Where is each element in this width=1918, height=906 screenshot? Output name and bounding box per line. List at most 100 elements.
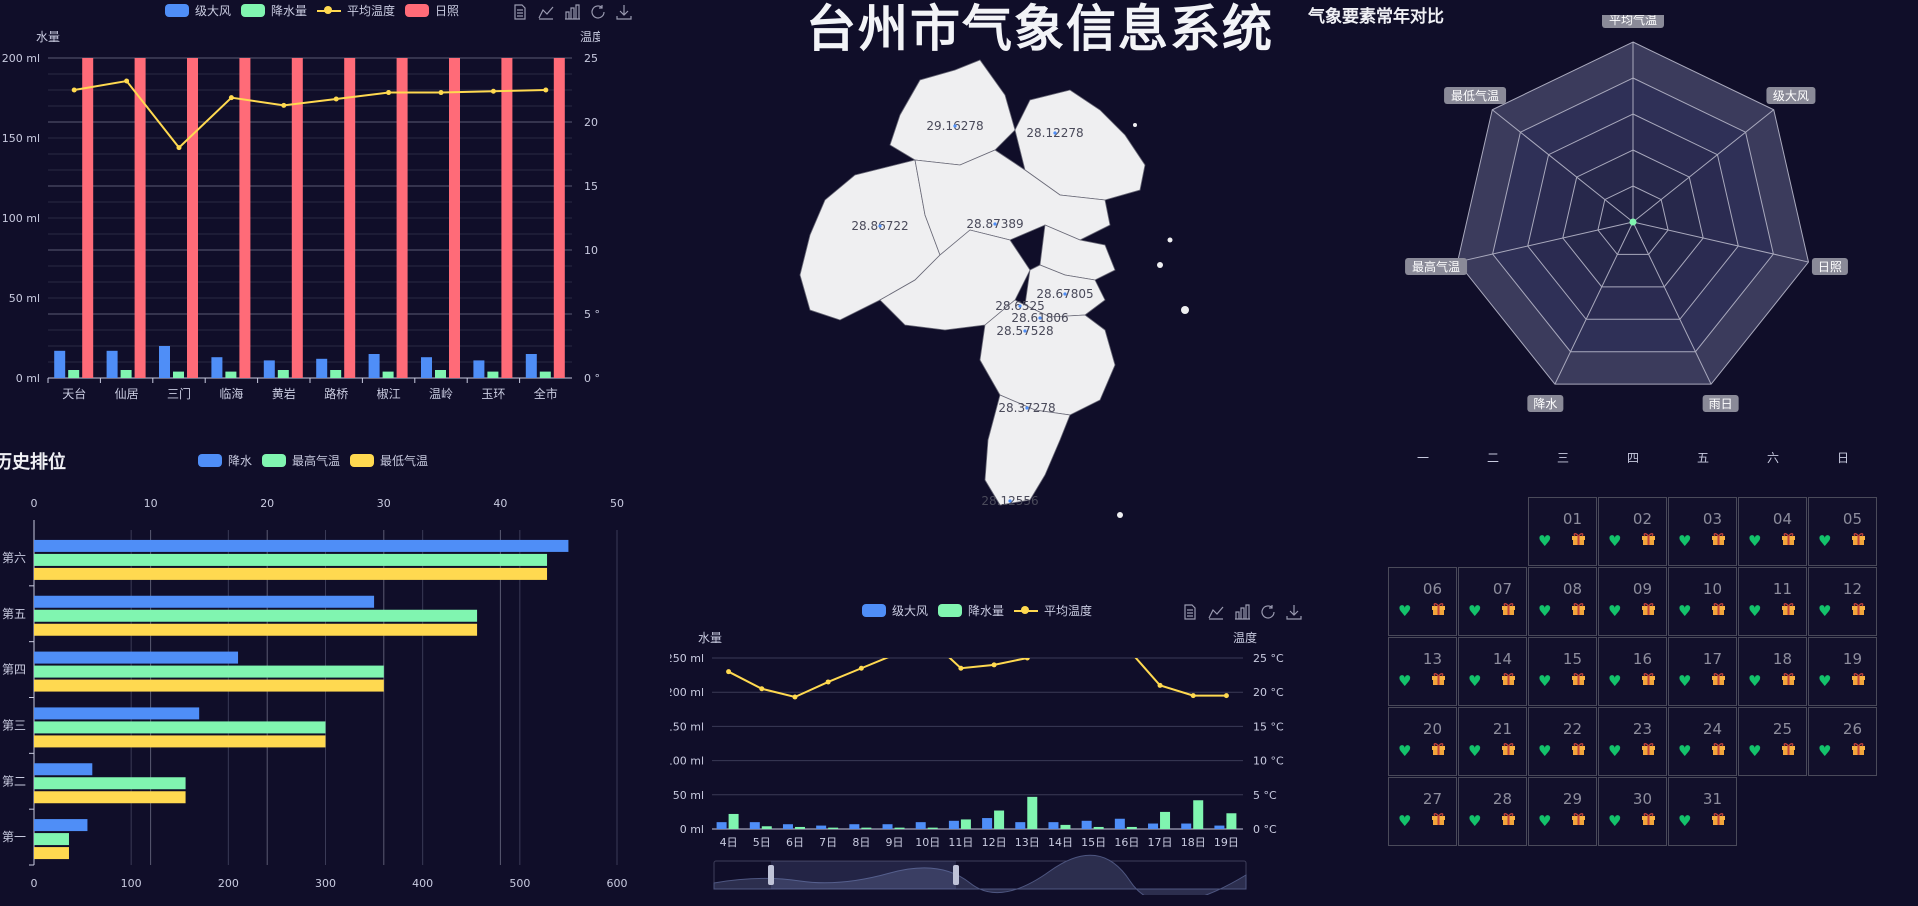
heart-icon: ♥: [1538, 602, 1552, 620]
legend-item-temp[interactable]: 平均温度: [317, 2, 395, 19]
calendar-day-cell[interactable]: 03 ♥: [1668, 497, 1737, 566]
daily-bar-0: [816, 825, 827, 829]
calendar-day-number: 03: [1702, 510, 1722, 528]
calendar-day-cell[interactable]: 11 ♥: [1738, 567, 1807, 636]
gift-icon: [1711, 531, 1726, 550]
data-zoom-slider[interactable]: [713, 854, 1247, 895]
legend-item-wind[interactable]: 级大风: [165, 2, 231, 19]
calendar-day-number: 12: [1842, 580, 1862, 598]
rank-bar-1: [34, 609, 478, 622]
calendar-day-cell[interactable]: 09 ♥: [1598, 567, 1667, 636]
bar-3: [553, 58, 565, 378]
taizhou-map[interactable]: 29.16278 28.1227828.86722 28.8738928.67805…: [740, 55, 1220, 545]
legend-item-wind-daily[interactable]: 级大风: [862, 602, 928, 619]
calendar-day-cell[interactable]: 10 ♥: [1668, 567, 1737, 636]
line-switch-icon[interactable]: [538, 4, 554, 20]
calendar-day-cell[interactable]: 07 ♥: [1458, 567, 1527, 636]
x-bottom-tick-label: 300: [315, 877, 336, 890]
save-image-icon[interactable]: [1286, 604, 1302, 620]
legend-item-temp-daily[interactable]: 平均温度: [1014, 602, 1092, 619]
y-left-tick-label: 150 ml: [2, 132, 40, 145]
calendar-day-cell[interactable]: 06 ♥: [1388, 567, 1457, 636]
map-point: [1008, 499, 1012, 503]
calendar-day-cell[interactable]: 27 ♥: [1388, 777, 1457, 846]
zoom-window: [771, 861, 956, 889]
calendar-day-cell[interactable]: 15 ♥: [1528, 637, 1597, 706]
save-image-icon[interactable]: [616, 4, 632, 20]
calendar-day-cell[interactable]: 29 ♥: [1528, 777, 1597, 846]
calendar-day-cell[interactable]: 26 ♥: [1808, 707, 1877, 776]
heart-icon: ♥: [1468, 812, 1482, 830]
bar-switch-icon[interactable]: [1234, 604, 1250, 620]
temp-point: [1223, 693, 1229, 699]
y-tick-label: 第五: [2, 607, 26, 621]
legend-item-rain-rank[interactable]: 降水: [198, 452, 252, 469]
daily-bar-0: [915, 822, 926, 829]
data-view-icon[interactable]: [1182, 604, 1198, 620]
daily-bar-0: [1015, 822, 1026, 829]
calendar-day-cell[interactable]: 31 ♥: [1668, 777, 1737, 846]
calendar-day-cell[interactable]: 16 ♥: [1598, 637, 1667, 706]
calendar-day-cell[interactable]: 13 ♥: [1388, 637, 1457, 706]
x-tick-label: 温岭: [429, 387, 453, 401]
calendar-day-cell[interactable]: 17 ♥: [1668, 637, 1737, 706]
x-tick-label: 16日: [1114, 836, 1139, 849]
calendar-day-cell[interactable]: 25 ♥: [1738, 707, 1807, 776]
calendar-day-cell[interactable]: 24 ♥: [1668, 707, 1737, 776]
legend-item-rain-daily[interactable]: 降水量: [938, 602, 1004, 619]
calendar-day-cell[interactable]: 18 ♥: [1738, 637, 1807, 706]
calendar-day-cell[interactable]: 05 ♥: [1808, 497, 1877, 566]
gift-icon: [1851, 531, 1866, 550]
legend-item-min-temp[interactable]: 最低气温: [350, 452, 428, 469]
calendar-day-number: 29: [1562, 790, 1582, 808]
y-right-tick-label: 5 °C: [584, 308, 600, 321]
map-region-tiantai[interactable]: [889, 59, 1016, 166]
line-switch-icon[interactable]: [1208, 604, 1224, 620]
temp-line-group: [726, 638, 1229, 700]
calendar-day-cell[interactable]: 04 ♥: [1738, 497, 1807, 566]
restore-icon[interactable]: [590, 4, 606, 20]
y-right-tick-label: 10 °C: [1253, 755, 1284, 768]
heart-icon: ♥: [1678, 672, 1692, 690]
calendar-day-cell[interactable]: 23 ♥: [1598, 707, 1667, 776]
data-view-icon[interactable]: [512, 4, 528, 20]
bar-switch-icon[interactable]: [564, 4, 580, 20]
calendar-day-number: 04: [1772, 510, 1792, 528]
daily-bar-0: [782, 824, 793, 829]
radar-point: [1629, 218, 1637, 226]
x-tick-label: 三门: [167, 386, 191, 401]
temp-point: [1058, 638, 1063, 643]
calendar-day-number: 30: [1632, 790, 1652, 808]
radar-indicator-label: 级大风: [1773, 89, 1809, 103]
legend-item-max-temp[interactable]: 最高气温: [262, 452, 340, 469]
bar-0: [473, 360, 485, 378]
calendar-day-cell[interactable]: 02 ♥: [1598, 497, 1667, 566]
map-point: [1038, 316, 1042, 320]
calendar-day-cell[interactable]: 14 ♥: [1458, 637, 1527, 706]
y-tick-label: 第四: [2, 663, 26, 677]
calendar-day-cell[interactable]: 28 ♥: [1458, 777, 1527, 846]
restore-icon[interactable]: [1260, 604, 1276, 620]
bar-1: [173, 371, 184, 378]
legend-item-rain[interactable]: 降水量: [241, 2, 307, 19]
temp-point: [892, 652, 897, 657]
x-tick-label: 临海: [219, 386, 243, 401]
rank-bar-0: [34, 763, 93, 776]
bar-3: [501, 58, 513, 378]
gift-icon: [1781, 531, 1796, 550]
rank-bar-0: [34, 651, 239, 664]
calendar-day-cell[interactable]: 01 ♥: [1528, 497, 1597, 566]
calendar-day-cell[interactable]: 08 ♥: [1528, 567, 1597, 636]
calendar-day-cell[interactable]: 12 ♥: [1808, 567, 1877, 636]
daily-bar-1: [861, 827, 872, 829]
calendar-day-cell[interactable]: 22 ♥: [1528, 707, 1597, 776]
daily-chart: 水量 温度 0 ml 50 ml 100 ml 150 ml 200 ml 250 ml 0 °…: [670, 630, 1284, 895]
calendar-day-number: 11: [1772, 580, 1792, 598]
calendar-day-cell[interactable]: 19 ♥: [1808, 637, 1877, 706]
gift-icon: [1641, 811, 1656, 830]
heart-icon: ♥: [1608, 672, 1622, 690]
legend-item-sun[interactable]: 日照: [405, 2, 459, 19]
calendar-day-cell[interactable]: 21 ♥: [1458, 707, 1527, 776]
calendar-day-cell[interactable]: 20 ♥: [1388, 707, 1457, 776]
calendar-day-cell[interactable]: 30 ♥: [1598, 777, 1667, 846]
